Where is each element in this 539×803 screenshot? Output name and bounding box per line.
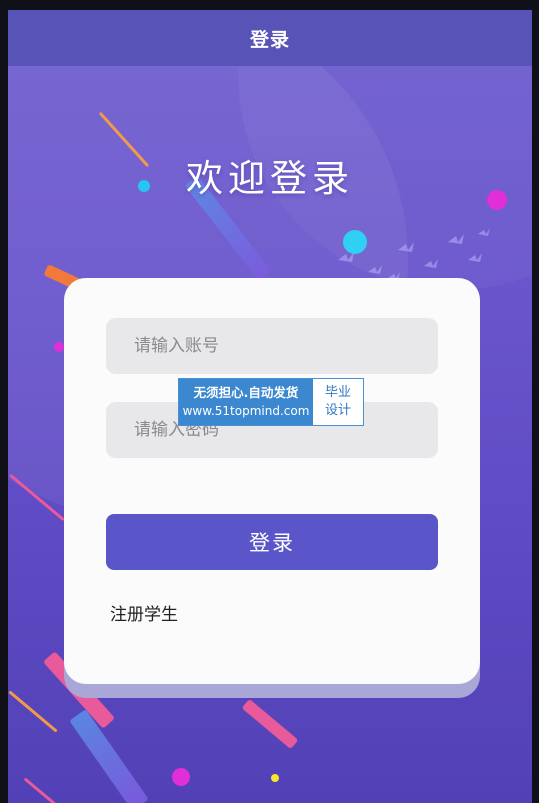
watermark-line1: 无须担心.自动发货: [193, 385, 299, 400]
app-screen: 登录 欢迎登录 登录 注册学生 无须担心.自动发货 www.51topmind.…: [8, 10, 532, 803]
username-input[interactable]: [106, 318, 438, 374]
watermark-right-line2: 设计: [324, 403, 351, 418]
register-student-link[interactable]: 注册学生: [110, 600, 178, 625]
decor-dot: [54, 342, 64, 352]
welcome-heading: 欢迎登录: [186, 157, 354, 200]
decor-dot: [271, 774, 279, 782]
decor-streak: [241, 698, 299, 750]
decor-streak: [8, 690, 58, 733]
watermark-left: 无须担心.自动发货 www.51topmind.com: [179, 379, 313, 425]
watermark-right: 毕业 设计: [313, 379, 363, 425]
watermark-line2: www.51topmind.com: [182, 404, 310, 418]
device-frame: 登录 欢迎登录 登录 注册学生 无须担心.自动发货 www.51topmind.…: [0, 0, 539, 803]
watermark-right-line1: 毕业: [324, 385, 351, 400]
decor-streak: [23, 777, 57, 803]
page-title: 登录: [249, 28, 290, 51]
login-button-label: 登录: [249, 531, 295, 555]
page-header: 登录: [8, 10, 532, 66]
login-card: 登录 注册学生 无须担心.自动发货 www.51topmind.com 毕业 设…: [64, 278, 480, 684]
login-button[interactable]: 登录: [106, 514, 438, 570]
watermark-badge: 无须担心.自动发货 www.51topmind.com 毕业 设计: [178, 378, 364, 426]
decor-dot: [172, 768, 190, 786]
